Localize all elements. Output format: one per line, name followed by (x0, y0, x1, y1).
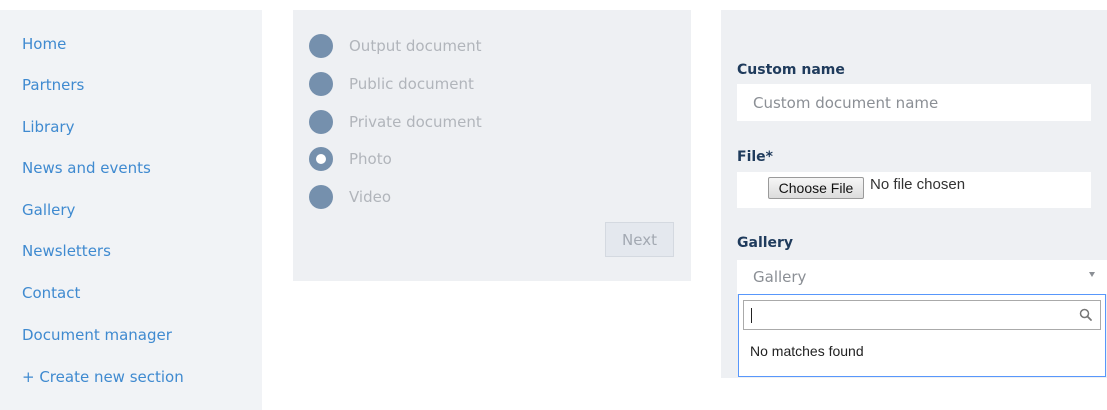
radio-option-photo[interactable]: Photo (309, 147, 392, 171)
custom-name-label: Custom name (737, 62, 845, 78)
radio-option-video[interactable]: Video (309, 185, 391, 209)
custom-name-input[interactable]: Custom document name (737, 84, 1091, 121)
file-input: Choose File No file chosen (737, 172, 1091, 208)
file-status-text: No file chosen (870, 176, 966, 193)
radio-label: Private document (349, 113, 482, 131)
radio-label: Photo (349, 150, 392, 168)
search-icon (1079, 308, 1092, 321)
gallery-label: Gallery (737, 235, 794, 251)
choose-file-button[interactable]: Choose File (768, 177, 864, 199)
dropdown-search-input[interactable] (743, 300, 1101, 330)
radio-button[interactable] (309, 185, 333, 209)
radio-button[interactable] (309, 110, 333, 134)
gallery-selected-value: Gallery (753, 268, 807, 286)
sidebar-nav: Home Partners Library News and events Ga… (0, 10, 262, 410)
upload-form-panel: Custom name Custom document name File* C… (721, 10, 1107, 378)
caret-down-icon (1089, 272, 1095, 277)
radio-option-output-document[interactable]: Output document (309, 34, 482, 58)
text-cursor (751, 308, 752, 323)
next-button[interactable]: Next (605, 222, 674, 257)
file-label: File* (737, 149, 773, 165)
gallery-dropdown: No matches found (738, 294, 1106, 377)
sidebar-item-contact[interactable]: Contact (22, 283, 80, 303)
sidebar-item-home[interactable]: Home (22, 34, 66, 54)
sidebar-item-gallery[interactable]: Gallery (22, 200, 75, 220)
document-type-panel: Output document Public document Private … (293, 10, 691, 281)
sidebar-item-library[interactable]: Library (22, 117, 74, 137)
sidebar-item-news-and-events[interactable]: News and events (22, 158, 151, 178)
create-new-section-link[interactable]: + Create new section (22, 367, 184, 387)
radio-option-private-document[interactable]: Private document (309, 110, 482, 134)
radio-label: Public document (349, 75, 474, 93)
sidebar-item-partners[interactable]: Partners (22, 75, 84, 95)
sidebar-item-newsletters[interactable]: Newsletters (22, 241, 111, 261)
radio-button[interactable] (309, 72, 333, 96)
no-matches-message: No matches found (750, 343, 864, 359)
radio-button[interactable] (309, 34, 333, 58)
gallery-select[interactable]: Gallery (737, 260, 1107, 294)
radio-button-checked[interactable] (309, 147, 333, 171)
sidebar-item-document-manager[interactable]: Document manager (22, 325, 172, 345)
radio-option-public-document[interactable]: Public document (309, 72, 474, 96)
radio-label: Output document (349, 37, 482, 55)
radio-label: Video (349, 188, 392, 206)
